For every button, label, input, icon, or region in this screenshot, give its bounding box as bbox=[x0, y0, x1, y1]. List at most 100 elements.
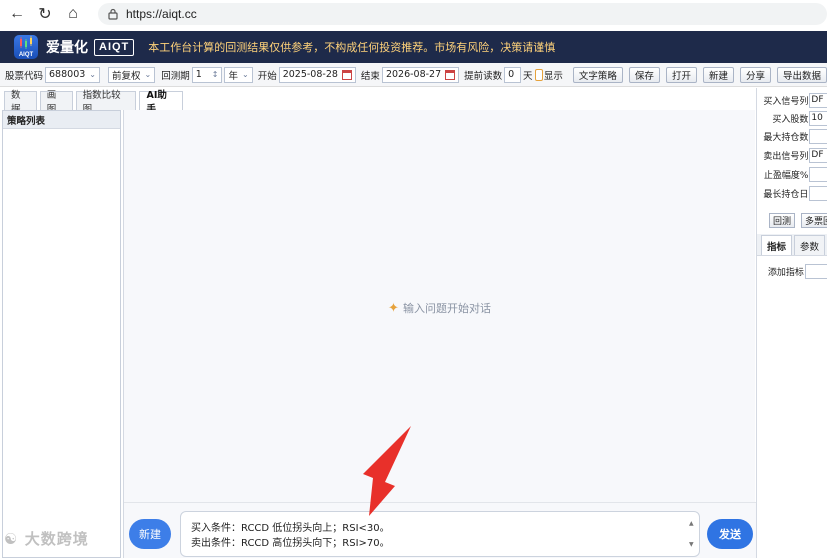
show-label: 显示 bbox=[543, 70, 563, 82]
brand-name: 爱量化 bbox=[46, 40, 88, 56]
adjust-select[interactable]: 前复权 ⌄ bbox=[107, 66, 156, 83]
show-checkbox[interactable] bbox=[534, 68, 543, 81]
start-label: 开始 bbox=[257, 70, 277, 82]
watermark-text: 大数跨境 bbox=[24, 530, 89, 548]
sell-signal-row: 卖出信号列 DF bbox=[757, 147, 827, 163]
start-date-value: 2025-08-28 bbox=[282, 69, 338, 80]
buy-signal-row: 买入信号列 DF bbox=[757, 92, 827, 108]
new-chat-button[interactable]: 新建 bbox=[129, 519, 171, 549]
max-hold-label: 最大持仓数 bbox=[763, 132, 809, 143]
stepper-icon[interactable]: ↕ bbox=[212, 70, 219, 79]
stock-code-select[interactable]: 688003 ⌄ bbox=[45, 66, 100, 83]
tab-params[interactable]: 参数 bbox=[794, 235, 826, 255]
period-unit-select[interactable]: 年 ⌄ bbox=[224, 66, 253, 83]
add-indicator-label: 添加指标 bbox=[767, 267, 804, 278]
new-button[interactable]: 新建 bbox=[702, 66, 734, 83]
disclaimer-notice: 本工作台计算的回测结果仅供参考，不构成任何投资推荐。市场有风险，决策请谨慎 bbox=[148, 41, 556, 54]
textarea-scrollbar[interactable]: ▲ ▼ bbox=[689, 516, 697, 552]
back-arrow-icon[interactable]: ← bbox=[6, 3, 28, 25]
chat-prompt-input[interactable]: 买入条件：RCCD 低位拐头向上；RSI<30。 卖出条件：RCCD 高位拐头向… bbox=[180, 511, 700, 557]
period-unit-value: 年 bbox=[228, 70, 238, 82]
tab-indicators[interactable]: 指标 bbox=[761, 235, 793, 255]
chevron-down-icon: ⌄ bbox=[144, 70, 152, 79]
sell-signal-select[interactable]: DF bbox=[809, 147, 827, 163]
calendar-icon[interactable] bbox=[341, 69, 352, 80]
open-button[interactable]: 打开 bbox=[665, 66, 697, 83]
prompt-line-sell: 卖出条件：RCCD 高位拐头向下；RSI>70。 bbox=[191, 538, 390, 549]
backtest-settings-panel: 买入信号列 DF 买入股数 10 最大持仓数 卖出信号列 DF 止盈幅度% 最长… bbox=[756, 88, 827, 558]
preload-days-value: 0 bbox=[508, 69, 515, 80]
logo-text: AIQT bbox=[18, 52, 34, 58]
chat-empty-hint: ✦ 输入问题开始对话 bbox=[124, 300, 755, 316]
sparkle-icon: ✦ bbox=[388, 301, 399, 316]
sell-signal-label: 卖出信号列 bbox=[763, 151, 809, 162]
multi-stock-button[interactable]: 多票回 bbox=[801, 213, 827, 228]
scroll-up-icon[interactable]: ▲ bbox=[689, 516, 697, 531]
watermark: ☯ 大数跨境 bbox=[4, 528, 89, 549]
chat-input-bar: 新建 买入条件：RCCD 低位拐头向上；RSI<30。 卖出条件：RCCD 高位… bbox=[124, 502, 756, 558]
text-strategy-button[interactable]: 文字策略 bbox=[572, 66, 623, 83]
max-hold-days-input[interactable] bbox=[809, 185, 827, 201]
buy-signal-select[interactable]: DF bbox=[809, 92, 827, 108]
max-hold-days-label: 最长持仓日 bbox=[763, 189, 809, 200]
chat-empty-text: 输入问题开始对话 bbox=[402, 302, 491, 315]
end-date-value: 2026-08-27 bbox=[385, 69, 442, 80]
strategy-list-title: 策略列表 bbox=[3, 111, 120, 129]
stock-code-label: 股票代码 bbox=[5, 70, 44, 82]
take-profit-label: 止盈幅度% bbox=[763, 170, 809, 181]
calendar-icon[interactable] bbox=[445, 69, 456, 80]
right-panel-tabs: 指标 参数 bbox=[757, 234, 827, 256]
buy-shares-input[interactable]: 10 bbox=[809, 110, 827, 126]
take-profit-row: 止盈幅度% bbox=[757, 166, 827, 182]
tab-ai-assistant[interactable]: AI助手 bbox=[139, 90, 183, 115]
max-hold-row: 最大持仓数 bbox=[757, 128, 827, 144]
preload-days-input[interactable]: 0 bbox=[504, 66, 522, 83]
browser-toolbar: ← ↻ ⌂ https://aiqt.cc bbox=[0, 0, 827, 28]
main-toolbar: 股票代码 688003 ⌄ 前复权 ⌄ 回测期 1 ↕ 年 ⌄ 开始 2025-… bbox=[0, 63, 827, 87]
tab-index-compare[interactable]: 指数比较图 bbox=[75, 90, 137, 115]
backtest-button[interactable]: 回测 bbox=[769, 213, 796, 228]
app-logo: AIQT bbox=[14, 35, 38, 59]
reload-icon[interactable]: ↻ bbox=[34, 3, 56, 25]
app-header: AIQT 爱量化 AIQT 本工作台计算的回测结果仅供参考，不构成任何投资推荐。… bbox=[0, 31, 827, 63]
candlestick-icon bbox=[20, 36, 32, 49]
max-hold-days-row: 最长持仓日 bbox=[757, 185, 827, 201]
brand-badge: AIQT bbox=[94, 38, 135, 56]
preload-unit: 天 bbox=[523, 70, 533, 82]
add-indicator-row: 添加指标 bbox=[757, 263, 827, 279]
send-button[interactable]: 发送 bbox=[707, 519, 753, 549]
end-label: 结束 bbox=[360, 70, 380, 82]
add-indicator-select[interactable] bbox=[804, 263, 827, 279]
period-label: 回测期 bbox=[161, 70, 190, 82]
end-date-input[interactable]: 2026-08-27 bbox=[381, 66, 460, 83]
buy-signal-label: 买入信号列 bbox=[763, 96, 809, 107]
tab-data[interactable]: 数据 bbox=[4, 90, 37, 115]
strategy-list-panel: 策略列表 bbox=[2, 110, 121, 558]
save-button[interactable]: 保存 bbox=[628, 66, 660, 83]
prompt-line-buy: 买入条件：RCCD 低位拐头向上；RSI<30。 bbox=[191, 523, 390, 534]
site-info-icon[interactable] bbox=[106, 7, 120, 21]
export-button[interactable]: 导出数据 bbox=[776, 66, 827, 83]
tab-draw[interactable]: 画图 bbox=[39, 90, 73, 115]
period-stepper[interactable]: 1 ↕ bbox=[191, 66, 223, 83]
watermark-logo-icon: ☯ bbox=[4, 530, 19, 548]
take-profit-input[interactable] bbox=[809, 166, 827, 182]
stock-code-value: 688003 bbox=[49, 69, 86, 80]
view-tabs: 数据 画图 指数比较图 AI助手 bbox=[0, 88, 186, 115]
scroll-down-icon[interactable]: ▼ bbox=[689, 537, 697, 552]
chevron-down-icon: ⌄ bbox=[89, 70, 96, 79]
preload-label: 提前读数 bbox=[464, 70, 503, 82]
start-date-input[interactable]: 2025-08-28 bbox=[278, 66, 356, 83]
buy-shares-row: 买入股数 10 bbox=[757, 110, 827, 126]
share-button[interactable]: 分享 bbox=[739, 66, 771, 83]
adjust-value: 前复权 bbox=[111, 70, 141, 82]
annotation-arrow bbox=[363, 426, 411, 516]
home-icon[interactable]: ⌂ bbox=[62, 3, 84, 25]
max-hold-input[interactable] bbox=[809, 128, 827, 144]
buy-shares-label: 买入股数 bbox=[772, 114, 809, 125]
address-bar[interactable]: https://aiqt.cc bbox=[98, 3, 827, 25]
url-text: https://aiqt.cc bbox=[126, 7, 197, 21]
ai-chat-area: ✦ 输入问题开始对话 新建 买入条件：RCCD 低位拐头向上；RSI<30。 卖出… bbox=[123, 110, 756, 558]
period-value: 1 bbox=[195, 69, 202, 80]
chevron-down-icon: ⌄ bbox=[241, 70, 249, 79]
